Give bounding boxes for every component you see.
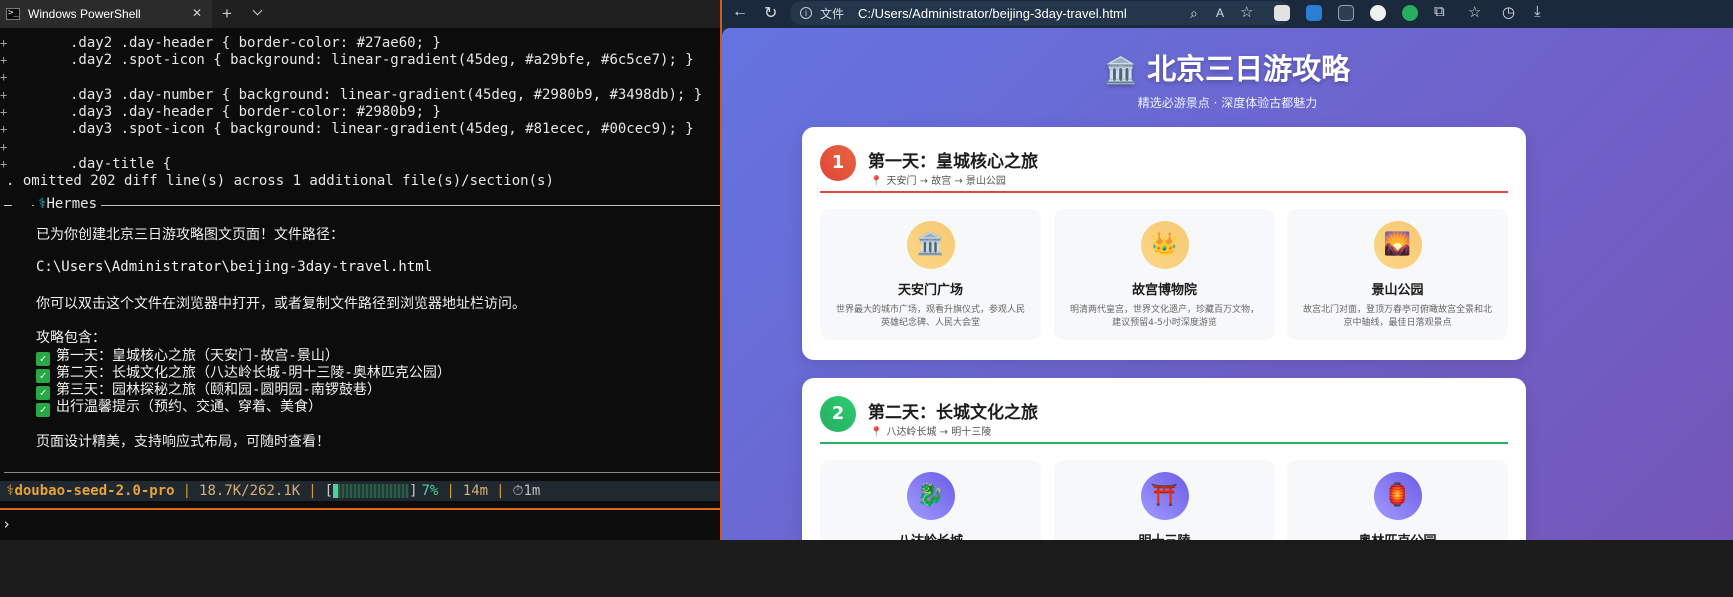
day-number: 2 bbox=[820, 396, 856, 432]
terminal-tab-title: Windows PowerShell bbox=[28, 7, 141, 21]
downloads-icon[interactable]: ⤓ bbox=[1534, 3, 1541, 20]
check-icon: ✓ bbox=[36, 403, 50, 417]
lantern-icon: 🏮 bbox=[1373, 472, 1422, 520]
token-usage: 18.7K/262.1K bbox=[199, 483, 301, 499]
page-header: 🏛️ 北京三日游攻略 精选必游景点 · 深度体验古都魅力 bbox=[722, 46, 1733, 111]
address-bar[interactable]: i 文件 C:/Users/Administrator/beijing-3day… bbox=[790, 1, 1290, 25]
extensions-puzzle-icon[interactable]: ⧉ bbox=[1434, 3, 1445, 20]
spot-desc: 明清两代皇宫，世界文化遗产，珍藏百万文物，建议预留4-5小时深度游览 bbox=[1069, 305, 1259, 328]
dragon-icon: 🐉 bbox=[906, 472, 955, 520]
terminal-titlebar: >_ Windows PowerShell ✕ + bbox=[0, 0, 720, 28]
powershell-icon: >_ bbox=[6, 8, 20, 20]
spot-name: 八达岭长城 bbox=[820, 530, 1041, 540]
spot-card: 🏮 奥林匹克公园 bbox=[1287, 460, 1508, 540]
spot-desc: 世界最大的城市广场，观看升旗仪式，参观人民英雄纪念碑、人民大会堂 bbox=[835, 305, 1025, 328]
spot-name: 天安门广场 bbox=[897, 283, 963, 298]
terminal-window: >_ Windows PowerShell ✕ + + .day2 .day-he… bbox=[0, 0, 720, 540]
extension-icon[interactable] bbox=[1274, 5, 1290, 21]
browser-toolbar: ← ↻ i 文件 C:/Users/Administrator/beijing-… bbox=[722, 0, 1733, 28]
spot-card: 👑 故宫博物院 明清两代皇宫，世界文化遗产，珍藏百万文物，建议预留4-5小时深度… bbox=[1054, 209, 1275, 340]
day-title: 第一天：皇城核心之旅 bbox=[868, 152, 1038, 172]
palace-icon: 🏛️ bbox=[1104, 56, 1138, 86]
pin-icon: 📍 bbox=[870, 427, 883, 438]
prompt-input[interactable]: › bbox=[2, 515, 11, 533]
spot-card: ⛩️ 明十三陵 bbox=[1054, 460, 1275, 540]
response-path[interactable]: C:\Users\Administrator\beijing-3day-trav… bbox=[36, 259, 432, 275]
back-icon[interactable]: ← bbox=[732, 3, 748, 21]
pin-icon: 📍 bbox=[870, 176, 883, 187]
read-aloud-icon[interactable]: A bbox=[1216, 6, 1224, 20]
spot-name: 故宫博物院 bbox=[1131, 283, 1197, 298]
model-name: ⚕doubao-seed-2.0-pro bbox=[6, 483, 175, 499]
page-title: 🏛️ 北京三日游攻略 bbox=[1104, 52, 1351, 86]
extension-icon[interactable] bbox=[1306, 5, 1322, 21]
refresh-icon[interactable]: ↻ bbox=[764, 3, 777, 23]
day-header-line bbox=[820, 191, 1508, 193]
agent-label: ⚕Hermes bbox=[34, 196, 102, 212]
context-percent: 7% bbox=[421, 483, 439, 499]
spot-name: 明十三陵 bbox=[1054, 530, 1275, 540]
day-header-line bbox=[820, 442, 1508, 444]
day-route: 📍 天安门 → 故宫 → 景山公园 bbox=[870, 176, 1006, 187]
browser-window: ← ↻ i 文件 C:/Users/Administrator/beijing-… bbox=[722, 0, 1733, 540]
extension-icon[interactable] bbox=[1402, 5, 1418, 21]
monument-icon: 🏛️ bbox=[906, 221, 955, 269]
day-title: 第二天：长城文化之旅 bbox=[868, 403, 1038, 423]
favorites-icon[interactable]: ☆ bbox=[1468, 3, 1481, 21]
divider bbox=[32, 205, 720, 206]
rule-dash: – bbox=[4, 198, 12, 213]
spot-name: 奥林匹克公园 bbox=[1287, 530, 1508, 540]
status-bar: ⚕doubao-seed-2.0-pro | 18.7K/262.1K | []… bbox=[0, 481, 720, 501]
sunset-icon: 🌄 bbox=[1373, 221, 1422, 269]
response-open-hint: 你可以双击这个文件在浏览器中打开，或者复制文件路径到浏览器地址栏访问。 bbox=[36, 296, 526, 312]
new-tab-button[interactable]: + bbox=[222, 4, 232, 24]
zoom-icon[interactable]: ⌕ bbox=[1190, 5, 1198, 22]
elapsed-time: ⏱1m bbox=[512, 483, 541, 499]
agent-header: – ⚕Hermes bbox=[4, 196, 720, 213]
favorite-star-icon[interactable]: ☆ bbox=[1240, 3, 1253, 21]
page-subtitle: 精选必游景点 · 深度体验古都魅力 bbox=[1137, 96, 1318, 110]
day-number: 1 bbox=[820, 145, 856, 181]
day-card: 1 第一天：皇城核心之旅 📍 天安门 → 故宫 → 景山公园 🏛️ 天安门广场 世… bbox=[802, 127, 1526, 360]
response-intro: 已为你创建北京三日游攻略图文页面！文件路径： bbox=[36, 227, 344, 243]
extension-icon[interactable] bbox=[1370, 5, 1386, 21]
day-card: 2 第二天：长城文化之旅 📍八达岭长城 → 明十三陵 🐉 八达岭长城 ⛩️ 明十… bbox=[802, 378, 1526, 540]
response-closing: 页面设计精美，支持响应式布局，可随时查看！ bbox=[36, 434, 330, 450]
extension-icon[interactable] bbox=[1338, 5, 1354, 21]
spot-name: 景山公园 bbox=[1371, 283, 1424, 298]
terminal-output[interactable]: + .day2 .day-header { border-color: #27ae… bbox=[0, 28, 720, 540]
url-scheme: 文件 bbox=[820, 6, 845, 21]
session-duration: 14m bbox=[462, 483, 489, 499]
history-icon[interactable]: ◷ bbox=[1502, 3, 1515, 21]
spot-card: 🌄 景山公园 故宫北门对面，登顶万春亭可俯瞰故宫全景和北京中轴线，最佳日落观景点 bbox=[1287, 209, 1508, 340]
agent-name: Hermes bbox=[46, 196, 98, 212]
chevron-down-icon[interactable] bbox=[252, 5, 263, 16]
day-route: 📍 八达岭长城 → 明十三陵 bbox=[870, 427, 992, 438]
response-item: ✓ 出行温馨提示（预约、交通、穿着、美食） bbox=[36, 396, 322, 417]
prompt-divider bbox=[0, 508, 720, 510]
context-progress-bar bbox=[333, 484, 410, 498]
close-tab-icon[interactable]: ✕ bbox=[192, 6, 202, 20]
divider bbox=[4, 472, 720, 473]
gate-icon: ⛩️ bbox=[1140, 472, 1189, 520]
crown-icon: 👑 bbox=[1140, 221, 1189, 269]
page-viewport[interactable]: 🏛️ 北京三日游攻略 精选必游景点 · 深度体验古都魅力 1 第一天：皇城核心之旅… bbox=[722, 28, 1733, 540]
omitted-note: . omitted 202 diff line(s) across 1 addi… bbox=[6, 173, 554, 189]
terminal-tab[interactable]: >_ Windows PowerShell ✕ bbox=[0, 0, 212, 28]
response-contents-label: 攻略包含： bbox=[36, 330, 106, 346]
spot-desc: 故宫北门对面，登顶万春亭可俯瞰故宫全景和北京中轴线，最佳日落观景点 bbox=[1302, 305, 1492, 328]
url-text[interactable]: C:/Users/Administrator/beijing-3day-trav… bbox=[858, 6, 1127, 21]
spot-card: 🏛️ 天安门广场 世界最大的城市广场，观看升旗仪式，参观人民英雄纪念碑、人民大会… bbox=[820, 209, 1041, 340]
info-icon[interactable]: i bbox=[800, 7, 812, 19]
spot-card: 🐉 八达岭长城 bbox=[820, 460, 1041, 540]
